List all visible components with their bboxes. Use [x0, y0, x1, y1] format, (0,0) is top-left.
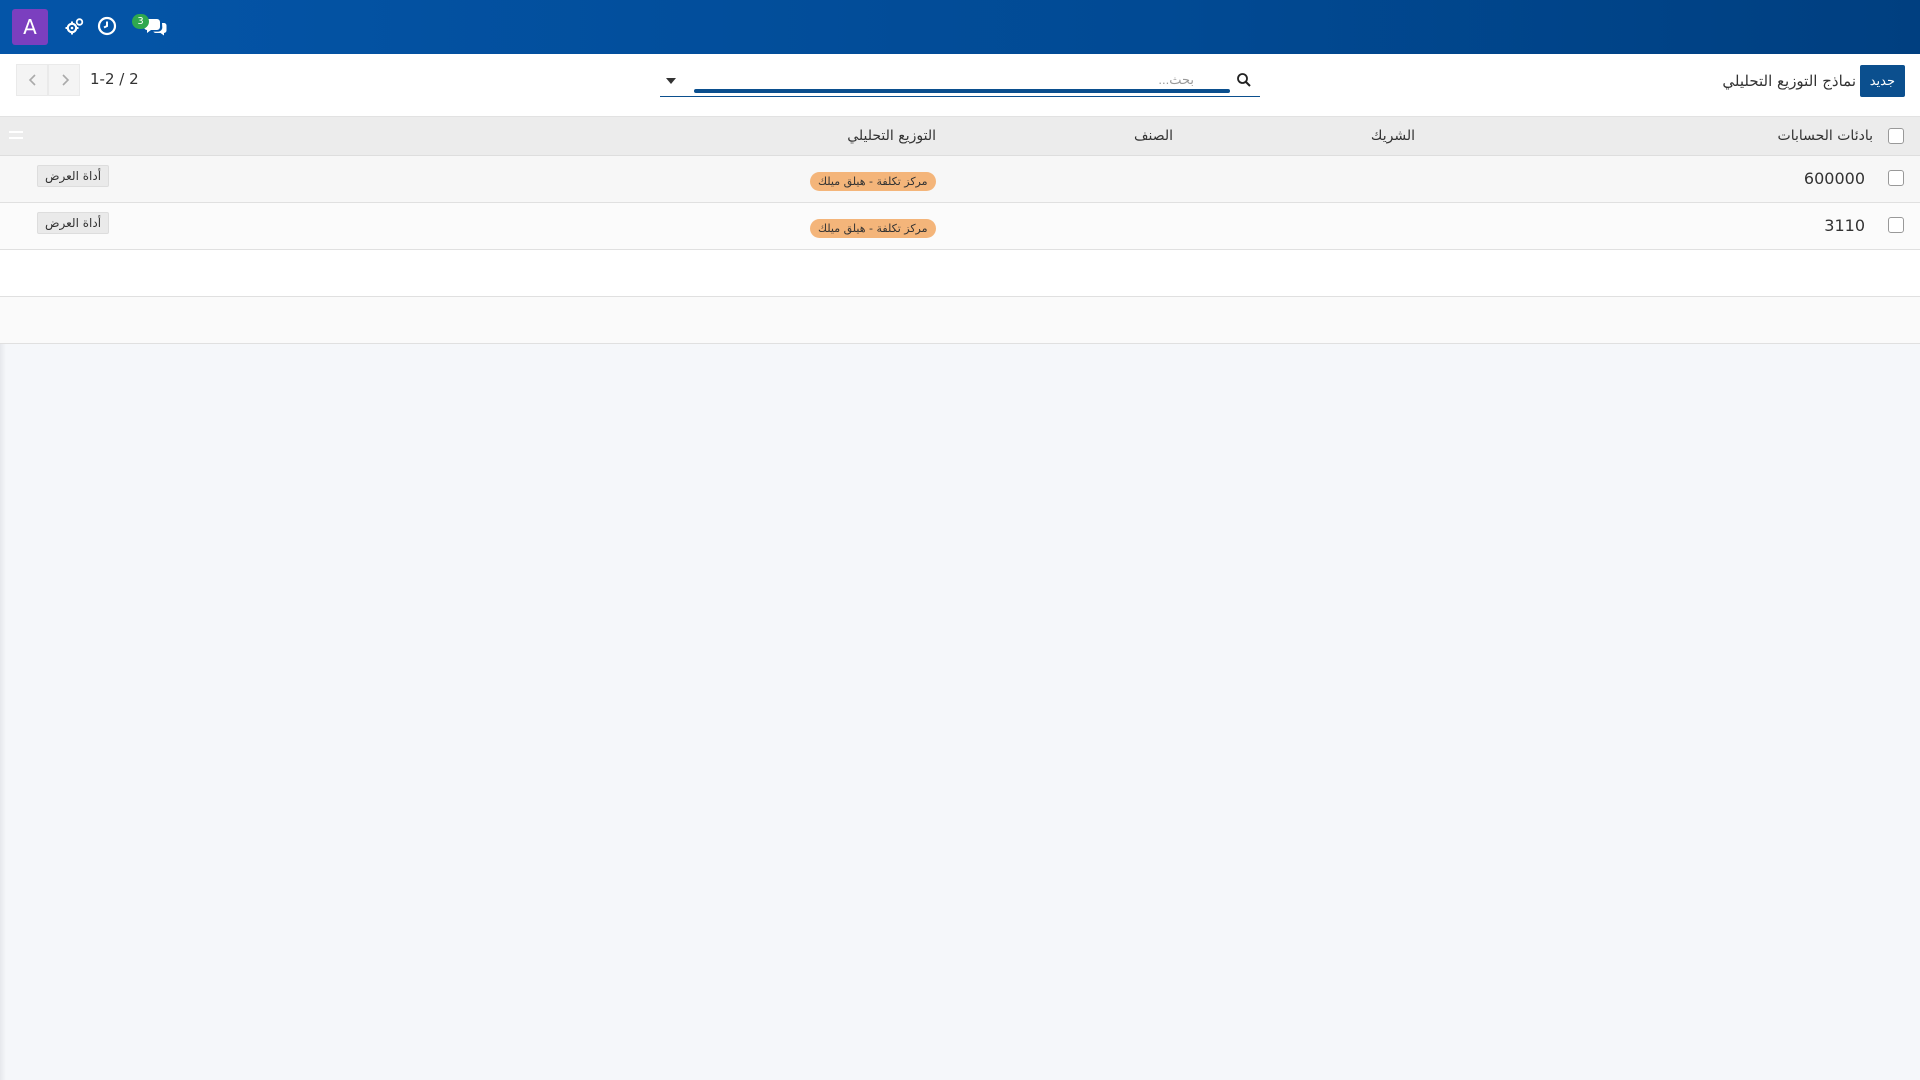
chevron-left-icon — [28, 74, 36, 86]
header-account-prefix[interactable]: بادئات الحسابات — [1778, 128, 1873, 144]
search-focus-underline — [694, 89, 1230, 93]
empty-row — [0, 297, 1920, 344]
avatar[interactable]: A — [12, 9, 48, 45]
control-panel: جديد نماذج التوزيع التحليلي 1-2 / 2 — [0, 54, 1920, 117]
distribution-tag: مركز تكلفة - هيلق ميلك — [810, 219, 936, 238]
top-navbar: A 3 — [0, 0, 1920, 54]
chevron-right-icon — [62, 74, 70, 86]
optional-columns-icon[interactable] — [8, 128, 24, 142]
view-widget-button[interactable]: أداة العرض — [37, 212, 110, 234]
list-table: بادئات الحسابات الشريك الصنف التوزيع الت… — [0, 117, 1920, 344]
search-input[interactable] — [694, 69, 1194, 89]
table-row[interactable]: 3110 مركز تكلفة - هيلق ميلك أداة العرض — [0, 203, 1920, 250]
distribution-tag: مركز تكلفة - هيلق ميلك — [810, 172, 936, 191]
empty-row — [0, 250, 1920, 297]
settings-gears-icon[interactable] — [64, 15, 86, 37]
chat-badge: 3 — [132, 14, 149, 29]
header-category[interactable]: الصنف — [1134, 128, 1173, 144]
pager-previous-button[interactable] — [16, 64, 48, 96]
table-row[interactable]: 600000 مركز تكلفة - هيلق ميلك أداة العرض — [0, 156, 1920, 203]
cell-account-prefix: 3110 — [1824, 216, 1865, 235]
page-title: نماذج التوزيع التحليلي — [1722, 72, 1856, 90]
pager-next-button[interactable] — [48, 64, 80, 96]
table-header: بادئات الحسابات الشريك الصنف التوزيع الت… — [0, 117, 1920, 156]
search-bar[interactable] — [660, 67, 1260, 97]
header-partner[interactable]: الشريك — [1371, 128, 1415, 144]
chevron-down-icon[interactable] — [665, 76, 677, 86]
clock-icon[interactable] — [96, 15, 118, 37]
header-distribution[interactable]: التوزيع التحليلي — [847, 128, 936, 144]
search-icon[interactable] — [1236, 72, 1252, 88]
row-checkbox[interactable] — [1888, 217, 1904, 233]
pager-value[interactable]: 1-2 / 2 — [90, 70, 139, 88]
select-all-checkbox[interactable] — [1888, 128, 1904, 144]
row-checkbox[interactable] — [1888, 170, 1904, 186]
view-widget-button[interactable]: أداة العرض — [37, 165, 110, 187]
new-button[interactable]: جديد — [1859, 65, 1905, 97]
cell-account-prefix: 600000 — [1803, 169, 1865, 188]
